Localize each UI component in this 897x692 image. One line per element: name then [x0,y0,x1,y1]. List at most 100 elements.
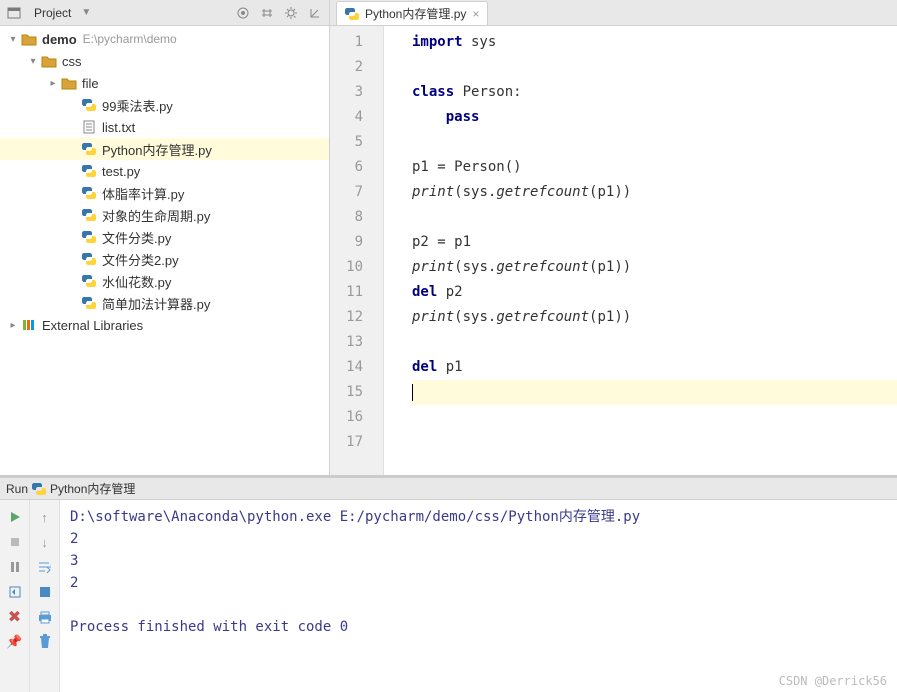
run-console[interactable]: D:\software\Anaconda\python.exe E:/pycha… [60,500,897,692]
tree-file[interactable]: Python内存管理.py [0,138,329,160]
code-line[interactable]: print(sys.getrefcount(p1)) [412,180,897,205]
code-line[interactable] [412,380,897,405]
tree-file-label: Python内存管理.py [102,140,212,159]
hide-icon[interactable] [305,3,325,23]
project-tree: ▾ demo E:\pycharm\demo ▾ css ▸ file 99乘法… [0,26,329,475]
tree-file[interactable]: 水仙花数.py [0,270,329,292]
tree-file[interactable]: 对象的生命周期.py [0,204,329,226]
soft-wrap-button[interactable] [33,555,57,579]
project-icon [4,3,24,23]
expand-icon[interactable] [257,3,277,23]
tree-file-label: 99乘法表.py [102,96,173,115]
run-header: Run Python内存管理 [0,478,897,500]
tree-file[interactable]: 文件分类.py [0,226,329,248]
code-line[interactable]: del p2 [412,280,897,305]
tree-file-label: list.txt [102,120,135,135]
folder-icon [60,74,78,92]
code-line[interactable] [412,330,897,355]
console-line: 2 [70,572,887,594]
tree-folder-css[interactable]: ▾ css [0,50,329,72]
python-file-icon [80,140,98,158]
chevron-right-icon[interactable]: ▸ [46,78,60,89]
code-line[interactable]: p1 = Person() [412,155,897,180]
rerun-button[interactable] [3,505,27,529]
console-line: 3 [70,550,887,572]
collapse-icon[interactable] [233,3,253,23]
code-line[interactable]: import sys [412,30,897,55]
folder-icon [40,52,58,70]
python-file-icon [80,162,98,180]
tree-folder-label: file [82,76,99,91]
code-line[interactable]: del p1 [412,355,897,380]
tree-root[interactable]: ▾ demo E:\pycharm\demo [0,28,329,50]
code-line[interactable] [412,205,897,230]
trash-button[interactable] [33,630,57,654]
run-title: Run [6,482,28,496]
code-line[interactable]: print(sys.getrefcount(p1)) [412,305,897,330]
dropdown-icon[interactable]: ▼ [81,7,91,18]
project-panel-header: Project ▼ [0,0,329,26]
editor-area: Python内存管理.py × 123456789101112131415161… [330,0,897,475]
python-file-icon [80,206,98,224]
pause-button[interactable] [3,555,27,579]
run-config-name: Python内存管理 [50,480,135,497]
code-line[interactable] [412,130,897,155]
code-line[interactable]: pass [412,105,897,130]
run-toolbar-left: ✖ 📌 [0,500,30,692]
run-tool-window: Run Python内存管理 ✖ 📌 ↑ ↓ D:\software\Anaco… [0,475,897,692]
chevron-down-icon[interactable]: ▾ [6,34,20,45]
python-file-icon [80,228,98,246]
close-button[interactable]: ✖ [3,605,27,629]
tree-file-label: 对象的生命周期.py [102,206,210,225]
tree-folder-label: css [62,54,82,69]
folder-icon [20,30,38,48]
python-file-icon [80,250,98,268]
tree-file[interactable]: 体脂率计算.py [0,182,329,204]
chevron-right-icon[interactable]: ▸ [6,320,20,331]
editor-tab[interactable]: Python内存管理.py × [336,1,488,25]
watermark: CSDN @Derrick56 [779,674,887,688]
tree-file[interactable]: 99乘法表.py [0,94,329,116]
stop-button[interactable] [3,530,27,554]
libraries-icon [20,316,38,334]
editor-code[interactable]: import sys class Person: pass p1 = Person(… [384,26,897,475]
tree-external-libraries[interactable]: ▸ External Libraries [0,314,329,336]
code-line[interactable]: print(sys.getrefcount(p1)) [412,255,897,280]
python-file-icon [32,482,46,496]
tree-file-label: 简单加法计算器.py [102,294,210,313]
tree-external-label: External Libraries [42,318,143,333]
tree-file[interactable]: 文件分类2.py [0,248,329,270]
chevron-down-icon[interactable]: ▾ [26,56,40,67]
project-panel-title: Project [28,4,77,22]
code-line[interactable]: p2 = p1 [412,230,897,255]
close-icon[interactable]: × [472,7,479,21]
tree-file[interactable]: list.txt [0,116,329,138]
editor-gutter: 1234567891011121314151617 [330,26,384,475]
code-editor[interactable]: 1234567891011121314151617 import sys clas… [330,26,897,475]
console-line [70,594,887,616]
code-line[interactable]: class Person: [412,80,897,105]
restart-button[interactable] [3,580,27,604]
python-file-icon [80,184,98,202]
python-file-icon [80,272,98,290]
print-button[interactable] [33,605,57,629]
up-button[interactable]: ↑ [33,505,57,529]
gear-icon[interactable] [281,3,301,23]
tree-file[interactable]: test.py [0,160,329,182]
python-file-icon [80,96,98,114]
tree-folder-file[interactable]: ▸ file [0,72,329,94]
code-line[interactable] [412,55,897,80]
tree-file-label: test.py [102,164,140,179]
tree-file-label: 文件分类.py [102,228,171,247]
tree-root-label: demo [42,32,77,47]
text-file-icon [80,118,98,136]
tree-file[interactable]: 简单加法计算器.py [0,292,329,314]
editor-tab-label: Python内存管理.py [365,5,466,22]
editor-tabs: Python内存管理.py × [330,0,897,26]
code-line[interactable] [412,430,897,455]
pin-button[interactable]: 📌 [3,630,27,654]
tree-root-path: E:\pycharm\demo [83,32,177,46]
down-button[interactable]: ↓ [33,530,57,554]
scroll-end-button[interactable] [33,580,57,604]
code-line[interactable] [412,405,897,430]
